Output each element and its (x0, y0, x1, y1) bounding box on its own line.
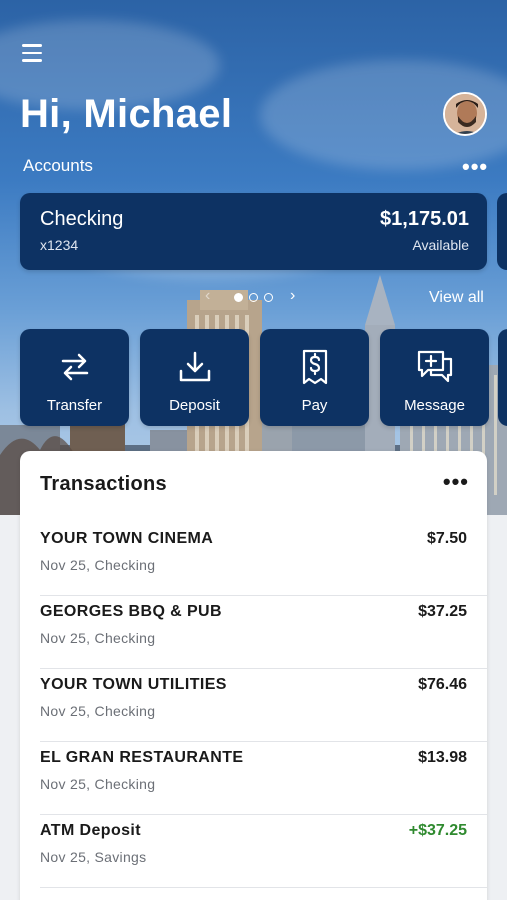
transaction-amount: $13.98 (418, 749, 467, 766)
transaction-date-account: Nov 25, Checking (40, 703, 156, 719)
transaction-amount: $37.25 (418, 603, 467, 620)
greeting-title: Hi, Michael (20, 92, 233, 136)
pay-label: Pay (301, 397, 328, 414)
transfer-button[interactable]: Transfer (20, 329, 129, 426)
account-pager: ‹ › (200, 287, 310, 307)
deposit-button[interactable]: Deposit (140, 329, 249, 426)
chat-plus-icon (417, 350, 452, 383)
transaction-date-account: Nov 25, Savings (40, 849, 147, 865)
transaction-row[interactable]: YOUR TOWN UTILITIES Nov 25, Checking $76… (20, 669, 487, 742)
transaction-row[interactable]: EL GRAN RESTAURANTE Nov 25, Checking $13… (20, 742, 487, 815)
accounts-label: Accounts (23, 156, 93, 175)
view-all-link[interactable]: View all (429, 289, 484, 307)
transaction-row[interactable]: YOUR TOWN CINEMA Nov 25, Checking $7.50 (20, 523, 487, 596)
checking-account-card[interactable]: Checking x1234 $1,175.01 Available (20, 193, 487, 270)
next-account-card[interactable] (497, 193, 507, 270)
user-avatar[interactable] (443, 92, 487, 136)
account-number: x1234 (40, 237, 79, 253)
account-balance: $1,175.01 (380, 208, 469, 230)
more-horizontal-icon[interactable]: ••• (462, 154, 488, 180)
transaction-amount: $76.46 (418, 676, 467, 693)
message-button[interactable]: Message (380, 329, 489, 426)
download-deposit-icon (179, 351, 210, 382)
transaction-name: ATM Deposit (40, 822, 141, 839)
transfer-label: Transfer (46, 397, 103, 414)
deposit-label: Deposit (169, 397, 220, 414)
row-divider (40, 887, 487, 888)
transactions-panel: Transactions ••• YOUR TOWN CINEMA Nov 25… (20, 451, 487, 900)
chevron-right-icon[interactable]: › (290, 287, 295, 305)
next-action-button[interactable] (498, 329, 507, 426)
transaction-row[interactable]: GEORGES BBQ & PUB Nov 25, Checking $37.2… (20, 596, 487, 669)
pay-button[interactable]: Pay (260, 329, 369, 426)
chevron-left-icon[interactable]: ‹ (205, 287, 210, 305)
balance-label: Available (412, 237, 469, 253)
transaction-name: YOUR TOWN UTILITIES (40, 676, 227, 693)
account-name: Checking (40, 208, 124, 230)
transaction-name: GEORGES BBQ & PUB (40, 603, 222, 620)
receipt-dollar-icon (302, 349, 327, 385)
transaction-date-account: Nov 25, Checking (40, 557, 156, 573)
hamburger-menu-icon[interactable] (22, 44, 48, 64)
transaction-name: EL GRAN RESTAURANTE (40, 749, 244, 766)
transaction-date-account: Nov 25, Checking (40, 630, 156, 646)
transaction-row[interactable]: ATM Deposit Nov 25, Savings +$37.25 (20, 815, 487, 888)
transaction-amount: +$37.25 (408, 822, 467, 839)
message-label: Message (404, 397, 465, 414)
pager-dot[interactable] (264, 293, 273, 302)
transaction-amount: $7.50 (426, 530, 467, 547)
transactions-title: Transactions (40, 473, 167, 495)
pager-dot[interactable] (249, 293, 258, 302)
transaction-name: YOUR TOWN CINEMA (40, 530, 214, 547)
more-horizontal-icon[interactable]: ••• (443, 469, 469, 495)
pager-dot-active[interactable] (234, 293, 243, 302)
transfer-arrows-icon (61, 353, 88, 381)
transaction-date-account: Nov 25, Checking (40, 776, 156, 792)
